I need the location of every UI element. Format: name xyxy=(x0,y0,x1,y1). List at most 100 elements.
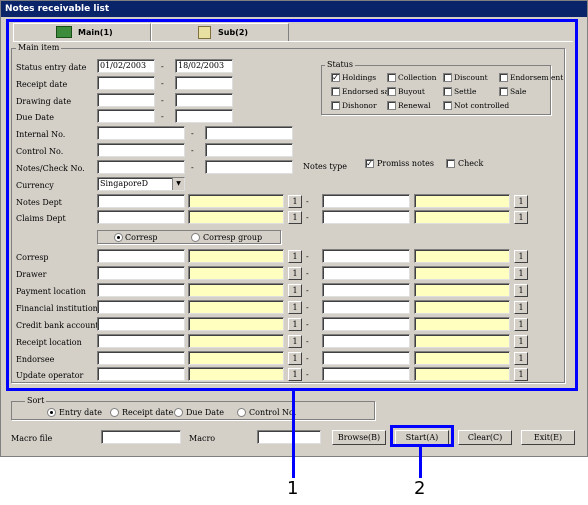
claims-dept-code-to[interactable] xyxy=(322,210,410,224)
sort-radio[interactable] xyxy=(237,408,246,417)
field-financial-institution-lookup-to[interactable]: 1 xyxy=(514,301,528,314)
claims-dept-lookup-from[interactable]: 1 xyxy=(288,211,302,224)
macro-input[interactable] xyxy=(257,430,321,444)
field-drawer-code-to[interactable] xyxy=(322,266,410,280)
field-corresp-name-to[interactable] xyxy=(414,249,510,263)
notes-dept-name-to[interactable] xyxy=(414,194,510,208)
field-credit-bank-account-lookup-from[interactable]: 1 xyxy=(288,318,302,331)
field-drawer-name-to[interactable] xyxy=(414,266,510,280)
drawing-date-from[interactable] xyxy=(97,93,155,107)
field-endorsee-lookup-from[interactable]: 1 xyxy=(288,352,302,365)
field-drawer-name-from[interactable] xyxy=(188,266,284,280)
field-payment-location-code-to[interactable] xyxy=(322,283,410,297)
field-receipt-location-name-to[interactable] xyxy=(414,334,510,348)
field-update-operator-lookup-from[interactable]: 1 xyxy=(288,368,302,381)
promiss-notes-checkbox[interactable]: ✓ xyxy=(365,159,374,168)
field-corresp-lookup-from[interactable]: 1 xyxy=(288,250,302,263)
status-checkbox[interactable] xyxy=(387,73,396,82)
field-receipt-location-lookup-to[interactable]: 1 xyxy=(514,335,528,348)
status-checkbox[interactable] xyxy=(331,87,340,96)
receipt-date-to[interactable] xyxy=(175,76,233,90)
field-payment-location-name-to[interactable] xyxy=(414,283,510,297)
status-checkbox[interactable] xyxy=(443,101,452,110)
field-corresp-name-from[interactable] xyxy=(188,249,284,263)
status-checkbox[interactable] xyxy=(387,101,396,110)
field-financial-institution-name-to[interactable] xyxy=(414,300,510,314)
status-checkbox[interactable]: ✓ xyxy=(331,73,340,82)
tab-sub[interactable]: Sub(2) xyxy=(151,23,289,41)
due-date-from[interactable] xyxy=(97,109,155,123)
field-endorsee-code-from[interactable] xyxy=(97,351,185,365)
due-date-to[interactable] xyxy=(175,109,233,123)
field-receipt-location-code-to[interactable] xyxy=(322,334,410,348)
status-checkbox[interactable] xyxy=(499,87,508,96)
field-payment-location-lookup-to[interactable]: 1 xyxy=(514,284,528,297)
sort-radio[interactable] xyxy=(174,408,183,417)
field-update-operator-code-from[interactable] xyxy=(97,367,185,381)
field-update-operator-name-to[interactable] xyxy=(414,367,510,381)
notes-dept-lookup-from[interactable]: 1 xyxy=(288,195,302,208)
notes-dept-code-from[interactable] xyxy=(97,194,185,208)
notes-check-no-to[interactable] xyxy=(205,160,293,174)
claims-dept-name-from[interactable] xyxy=(188,210,284,224)
corresp-radio[interactable] xyxy=(114,233,123,242)
field-financial-institution-lookup-from[interactable]: 1 xyxy=(288,301,302,314)
tab-main[interactable]: Main(1) xyxy=(13,23,151,41)
field-payment-location-name-from[interactable] xyxy=(188,283,284,297)
check-checkbox[interactable] xyxy=(446,159,455,168)
status-checkbox[interactable] xyxy=(499,73,508,82)
status-checkbox[interactable] xyxy=(387,87,396,96)
drawing-date-to[interactable] xyxy=(175,93,233,107)
field-drawer-code-from[interactable] xyxy=(97,266,185,280)
field-credit-bank-account-name-to[interactable] xyxy=(414,317,510,331)
macro-file-input[interactable] xyxy=(101,430,181,444)
control-no-to[interactable] xyxy=(205,143,293,157)
browse-button[interactable]: Browse(B) xyxy=(332,430,386,445)
field-corresp-code-from[interactable] xyxy=(97,249,185,263)
field-endorsee-code-to[interactable] xyxy=(322,351,410,365)
field-financial-institution-code-from[interactable] xyxy=(97,300,185,314)
field-drawer-lookup-to[interactable]: 1 xyxy=(514,267,528,280)
field-credit-bank-account-name-from[interactable] xyxy=(188,317,284,331)
internal-no-from[interactable] xyxy=(97,126,185,140)
field-financial-institution-code-to[interactable] xyxy=(322,300,410,314)
exit-button[interactable]: Exit(E) xyxy=(521,430,575,445)
clear-button[interactable]: Clear(C) xyxy=(458,430,512,445)
control-no-from[interactable] xyxy=(97,143,185,157)
field-corresp-lookup-to[interactable]: 1 xyxy=(514,250,528,263)
field-drawer-lookup-from[interactable]: 1 xyxy=(288,267,302,280)
sort-radio[interactable] xyxy=(47,408,56,417)
notes-check-no-from[interactable] xyxy=(97,160,185,174)
internal-no-to[interactable] xyxy=(205,126,293,140)
field-endorsee-name-from[interactable] xyxy=(188,351,284,365)
status-entry-date-to[interactable]: 18/02/2003 xyxy=(175,59,233,73)
field-credit-bank-account-code-to[interactable] xyxy=(322,317,410,331)
status-checkbox[interactable] xyxy=(331,101,340,110)
claims-dept-lookup-to[interactable]: 1 xyxy=(514,211,528,224)
field-corresp-code-to[interactable] xyxy=(322,249,410,263)
field-update-operator-name-from[interactable] xyxy=(188,367,284,381)
notes-dept-code-to[interactable] xyxy=(322,194,410,208)
field-endorsee-lookup-to[interactable]: 1 xyxy=(514,352,528,365)
field-financial-institution-name-from[interactable] xyxy=(188,300,284,314)
sort-radio[interactable] xyxy=(110,408,119,417)
corresp-group-radio[interactable] xyxy=(191,233,200,242)
field-update-operator-lookup-to[interactable]: 1 xyxy=(514,368,528,381)
currency-select[interactable]: SingaporeD ▼ xyxy=(97,177,185,191)
claims-dept-code-from[interactable] xyxy=(97,210,185,224)
claims-dept-name-to[interactable] xyxy=(414,210,510,224)
notes-dept-name-from[interactable] xyxy=(188,194,284,208)
field-receipt-location-lookup-from[interactable]: 1 xyxy=(288,335,302,348)
field-payment-location-code-from[interactable] xyxy=(97,283,185,297)
field-receipt-location-code-from[interactable] xyxy=(97,334,185,348)
status-checkbox[interactable] xyxy=(443,73,452,82)
field-credit-bank-account-lookup-to[interactable]: 1 xyxy=(514,318,528,331)
status-checkbox[interactable] xyxy=(443,87,452,96)
chevron-down-icon[interactable]: ▼ xyxy=(172,178,184,190)
status-entry-date-from[interactable]: 01/02/2003 xyxy=(97,59,155,73)
notes-dept-lookup-to[interactable]: 1 xyxy=(514,195,528,208)
receipt-date-from[interactable] xyxy=(97,76,155,90)
field-credit-bank-account-code-from[interactable] xyxy=(97,317,185,331)
field-receipt-location-name-from[interactable] xyxy=(188,334,284,348)
field-update-operator-code-to[interactable] xyxy=(322,367,410,381)
